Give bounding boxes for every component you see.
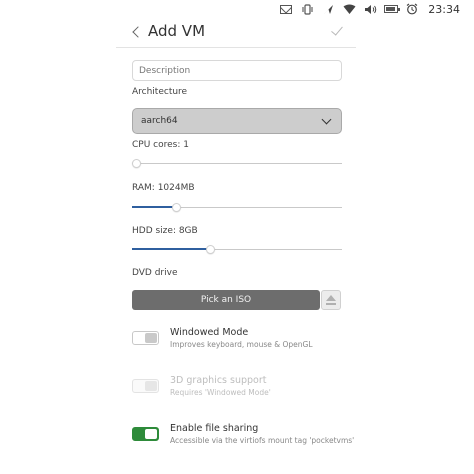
pick-iso-button[interactable]: Pick an ISO: [132, 290, 320, 310]
page-title: Add VM: [148, 22, 206, 40]
status-time: 23:34: [428, 2, 460, 16]
mail-icon: [279, 3, 293, 15]
header-divider: [116, 47, 356, 48]
toggle-knob: [145, 381, 157, 391]
eject-button[interactable]: [321, 290, 341, 310]
3d-graphics-toggle[interactable]: [132, 379, 159, 393]
chevron-down-icon: [323, 117, 331, 125]
dvd-drive-label: DVD drive: [132, 268, 178, 278]
slider-thumb[interactable]: [172, 203, 181, 212]
windowed-mode-title: Windowed Mode: [170, 327, 249, 338]
windowed-mode-toggle[interactable]: [132, 331, 159, 345]
vibrate-icon: [300, 3, 314, 15]
file-sharing-subtitle: Accessible via the virtiofs mount tag 'p…: [170, 436, 355, 445]
hdd-size-slider[interactable]: [132, 244, 342, 256]
status-bar: 23:34: [0, 0, 474, 18]
ram-label: RAM: 1024MB: [132, 183, 195, 193]
toggle-knob: [145, 333, 157, 343]
3d-graphics-subtitle: Requires 'Windowed Mode': [170, 388, 271, 397]
slider-fill: [132, 206, 176, 208]
3d-graphics-title: 3D graphics support: [170, 375, 267, 386]
architecture-value: aarch64: [141, 116, 178, 126]
battery-icon: [384, 3, 401, 15]
alarm-icon: [405, 3, 419, 15]
ram-slider[interactable]: [132, 202, 342, 214]
file-sharing-toggle[interactable]: [132, 427, 159, 441]
page-header: Add VM: [116, 18, 356, 48]
checkmark-icon[interactable]: [330, 24, 344, 38]
cpu-cores-label: CPU cores: 1: [132, 140, 189, 150]
cpu-cores-slider[interactable]: [132, 158, 342, 170]
toggle-knob: [145, 429, 157, 439]
add-vm-page: 23:34 Add VM Architecture aarch64 CPU co…: [0, 0, 474, 474]
architecture-label: Architecture: [132, 87, 188, 97]
volume-icon: [363, 3, 377, 15]
eject-icon: [326, 295, 336, 305]
chevron-left-icon[interactable]: [132, 25, 142, 39]
slider-fill: [132, 248, 210, 250]
location-icon: [321, 3, 335, 15]
slider-thumb[interactable]: [132, 159, 141, 168]
description-input[interactable]: [132, 60, 342, 81]
windowed-mode-subtitle: Improves keyboard, mouse & OpenGL: [170, 340, 313, 349]
hdd-size-label: HDD size: 8GB: [132, 226, 198, 236]
slider-thumb[interactable]: [206, 245, 215, 254]
slider-track: [132, 163, 342, 164]
architecture-select[interactable]: aarch64: [132, 108, 342, 134]
wifi-icon: [342, 3, 356, 15]
file-sharing-title: Enable file sharing: [170, 423, 259, 434]
